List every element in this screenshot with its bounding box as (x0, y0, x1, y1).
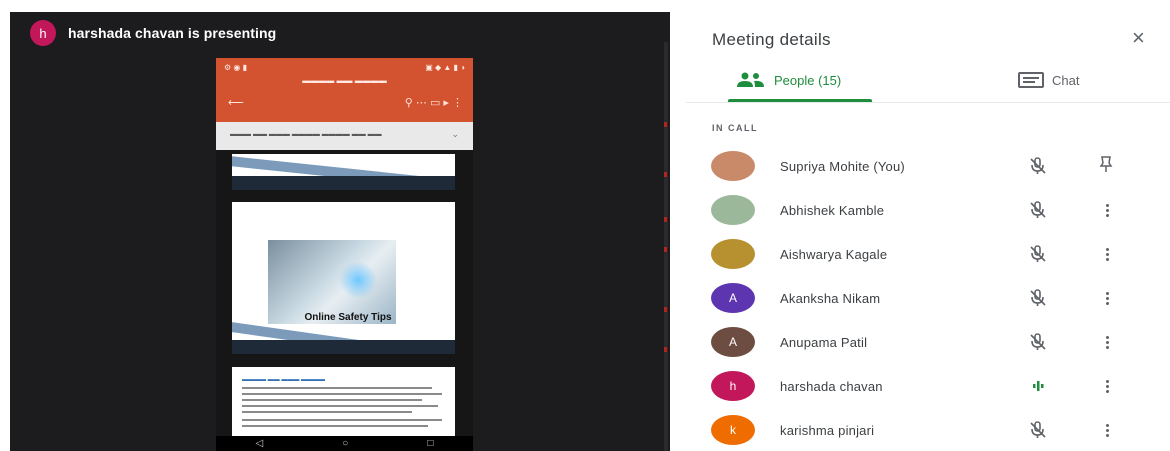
shared-phone-screen: ⚙ ◉ ▮ ▣ ◆ ▲ ▮ ◑ ▬▬▬▬ ▬▬ ▬▬▬▬ ⟵ ⚲ ⋯ ▭ ▸ ⋮… (216, 58, 473, 451)
close-icon[interactable]: × (1132, 27, 1145, 49)
avatar (711, 151, 755, 181)
presenting-label: harshada chavan is presenting (68, 25, 277, 41)
tab-people-label: People (15) (774, 72, 842, 88)
avatar: A (711, 327, 755, 357)
participant-name: Akanksha Nikam (780, 291, 881, 306)
speaking-indicator-icon (1033, 381, 1044, 391)
participant-row[interactable]: Abhishek Kamble (686, 192, 1170, 236)
meeting-details-panel: Meeting details × People (15) Chat IN CA… (686, 0, 1170, 451)
tab-people[interactable]: People (15) (736, 72, 841, 88)
phone-status-bar: ⚙ ◉ ▮ ▣ ◆ ▲ ▮ ◑ (224, 63, 465, 75)
participant-name: Anupama Patil (780, 335, 868, 350)
participant-row[interactable]: Supriya Mohite (You) (686, 148, 1170, 192)
slide-text-line (242, 411, 412, 413)
android-nav-bar: ◁ ○ □ (216, 436, 473, 451)
avatar: A (711, 283, 755, 313)
slide-decoration (232, 176, 455, 190)
read-only-notice: ▬▬▬ ▬▬ ▬▬▬ ▬▬▬▬ ▬▬▬▬ ▬▬ ▬▬ ⌄ (216, 122, 473, 150)
participant-row[interactable]: Aishwarya Kagale (686, 236, 1170, 280)
participant-row[interactable]: h harshada chavan (686, 368, 1170, 412)
panel-title: Meeting details (712, 30, 831, 49)
participant-name: Supriya Mohite (You) (780, 159, 905, 174)
more-options-icon[interactable] (1102, 242, 1112, 266)
presentation-stage: h harshada chavan is presenting ⚙ ◉ ▮ ▣ … (10, 12, 670, 451)
tab-chat[interactable]: Chat (1018, 72, 1079, 88)
document-title-bar: ▬▬▬▬ ▬▬ ▬▬▬▬ (302, 76, 387, 85)
nav-back-icon: ◁ (255, 438, 264, 449)
avatar (711, 239, 755, 269)
mic-off-icon (1030, 157, 1046, 174)
pin-icon[interactable] (1096, 154, 1116, 174)
slide-photo-highlight (338, 262, 378, 298)
more-options-icon[interactable] (1102, 418, 1112, 442)
participant-name: Aishwarya Kagale (780, 247, 888, 262)
toolbar-action-icons: ⚲ ⋯ ▭ ▸ ⋮ (404, 97, 463, 109)
slide-text-line (242, 419, 442, 421)
status-left-icons: ⚙ ◉ ▮ (224, 63, 247, 72)
more-options-icon[interactable] (1102, 330, 1112, 354)
more-options-icon[interactable] (1102, 374, 1112, 398)
mic-off-icon (1030, 245, 1046, 262)
slide-text-line (242, 399, 422, 401)
avatar: k (711, 415, 755, 445)
mic-off-icon (1030, 201, 1046, 218)
people-icon (737, 72, 764, 87)
slide-title: Online Safety Tips (304, 312, 392, 323)
mic-off-icon (1030, 421, 1046, 438)
notice-text: ▬▬▬ ▬▬ ▬▬▬ ▬▬▬▬ ▬▬▬▬ ▬▬ ▬▬ (230, 131, 382, 138)
nav-home-icon: ○ (342, 438, 349, 449)
participant-row[interactable]: k karishma pinjari (686, 412, 1170, 451)
participant-row[interactable]: A Anupama Patil (686, 324, 1170, 368)
presenter-avatar: h (30, 20, 56, 46)
slide-thumbnail: Online Safety Tips (232, 202, 455, 354)
stage-edge-strip (664, 42, 668, 451)
chevron-down-icon: ⌄ (451, 129, 459, 139)
meet-window: h harshada chavan is presenting ⚙ ◉ ▮ ▣ … (0, 0, 1170, 451)
more-options-icon[interactable] (1102, 286, 1112, 310)
tab-divider (686, 102, 1170, 103)
slide-heading: ▬▬▬▬ ▬▬ ▬▬▬ ▬▬▬▬ (242, 377, 326, 383)
slide-decoration (232, 340, 455, 354)
powerpoint-toolbar: ⚙ ◉ ▮ ▣ ◆ ▲ ▮ ◑ ▬▬▬▬ ▬▬ ▬▬▬▬ ⟵ ⚲ ⋯ ▭ ▸ ⋮ (216, 58, 473, 122)
in-call-section-label: IN CALL (712, 123, 758, 133)
slide-text-line (242, 387, 432, 389)
tab-chat-label: Chat (1052, 72, 1080, 88)
slide-text-line (242, 393, 442, 395)
back-arrow-icon: ⟵ (228, 97, 244, 109)
powerpoint-toolbar-icons: ⟵ ⚲ ⋯ ▭ ▸ ⋮ (228, 96, 463, 109)
slide-text-line (242, 405, 438, 407)
participant-name: Abhishek Kamble (780, 203, 885, 218)
slide-thumbnail (232, 154, 455, 190)
mic-off-icon (1030, 289, 1046, 306)
mic-off-icon (1030, 333, 1046, 350)
status-right-icons: ▣ ◆ ▲ ▮ ◑ (425, 63, 465, 72)
more-options-icon[interactable] (1102, 198, 1112, 222)
avatar (711, 195, 755, 225)
participant-name: karishma pinjari (780, 423, 875, 438)
chat-icon (1018, 72, 1044, 88)
presenter-banner: h harshada chavan is presenting (30, 20, 276, 46)
slide-text-line (242, 425, 428, 427)
participant-row[interactable]: A Akanksha Nikam (686, 280, 1170, 324)
participant-name: harshada chavan (780, 379, 883, 394)
avatar: h (711, 371, 755, 401)
nav-recents-icon: □ (427, 438, 434, 449)
